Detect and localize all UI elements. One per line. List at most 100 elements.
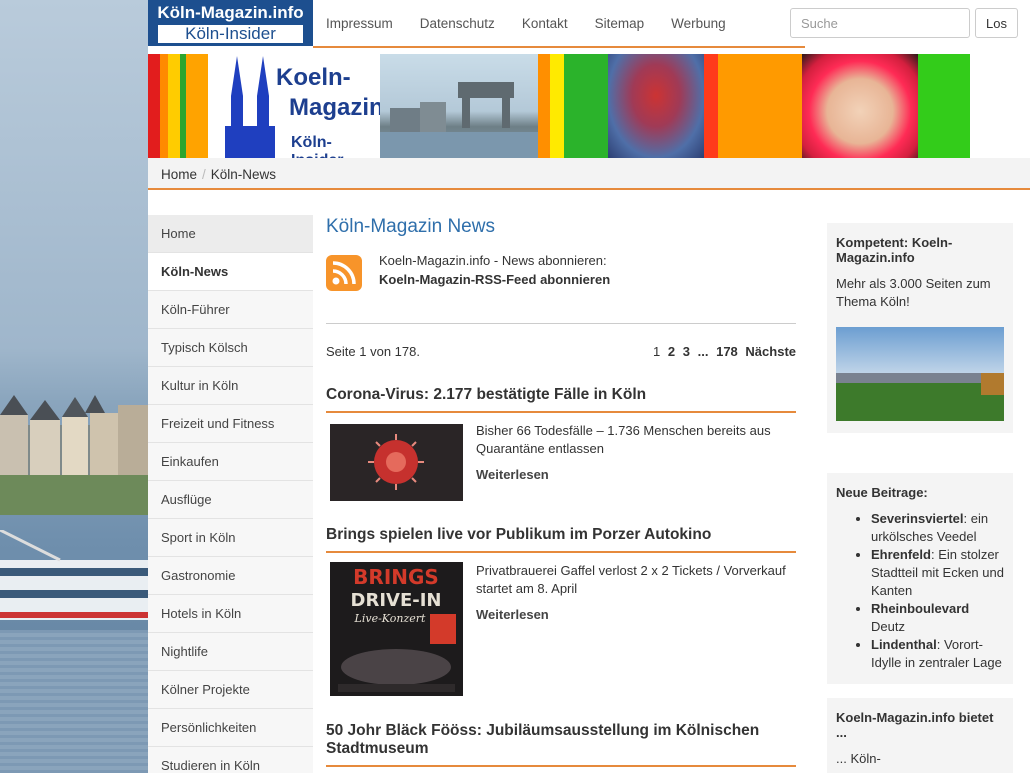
breadcrumb-current: Köln-News bbox=[210, 167, 277, 182]
article: 50 Johr Bläck Fööss: Jubiläumsausstellun… bbox=[326, 722, 796, 767]
info-box-competence: Kompetent: Koeln-Magazin.info Mehr als 3… bbox=[827, 223, 1013, 433]
page: Köln-Magazin.info Köln-Insider Impressum… bbox=[148, 0, 1030, 773]
breadcrumb-separator: / bbox=[202, 167, 206, 182]
virus-thumbnail-image[interactable] bbox=[330, 424, 463, 501]
post-link[interactable]: Severinsviertel bbox=[871, 511, 964, 526]
page-dots: ... bbox=[697, 344, 709, 359]
page-3[interactable]: 3 bbox=[683, 344, 690, 359]
sidebar-item-sport[interactable]: Sport in Köln bbox=[148, 519, 313, 557]
nav-kontakt[interactable]: Kontakt bbox=[522, 16, 568, 31]
color-strip bbox=[148, 54, 208, 158]
main-content: Köln-Magazin News Koeln-Magazin.info - N… bbox=[326, 215, 796, 767]
sidebar-item-studieren[interactable]: Studieren in Köln bbox=[148, 747, 313, 773]
post-text: Deutz bbox=[871, 619, 905, 634]
color-block bbox=[704, 54, 718, 158]
article-text: Privatbrauerei Gaffel verlost 2 x 2 Tick… bbox=[476, 563, 786, 596]
nav-sitemap[interactable]: Sitemap bbox=[595, 16, 645, 31]
info-box-text: Mehr als 3.000 Seiten zum Thema Köln! bbox=[836, 276, 991, 309]
breadcrumb: Home / Köln-News bbox=[161, 167, 276, 182]
sidebar-item-freizeit[interactable]: Freizeit und Fitness bbox=[148, 405, 313, 443]
city-photo-image bbox=[380, 82, 538, 158]
list-item[interactable]: Lindenthal: Vorort-Idylle in zentraler L… bbox=[871, 636, 1004, 672]
poster-line3: Live-Konzert bbox=[354, 612, 426, 625]
list-item[interactable]: Rheinboulevard Deutz bbox=[871, 600, 1004, 636]
list-item[interactable]: Ehrenfeld: Ein stolzer Stadtteil mit Eck… bbox=[871, 546, 1004, 600]
post-link[interactable]: Rheinboulevard bbox=[871, 601, 969, 616]
article-text: Bisher 66 Todesfälle – 1.736 Menschen be… bbox=[476, 423, 771, 456]
concert-poster-image[interactable]: BRINGS DRIVE-IN Live-Konzert bbox=[330, 562, 463, 696]
next-page-link[interactable]: Nächste bbox=[745, 344, 796, 359]
breadcrumb-home[interactable]: Home bbox=[161, 167, 197, 182]
background-scene bbox=[0, 0, 148, 773]
ship-image bbox=[0, 530, 148, 620]
nav-impressum[interactable]: Impressum bbox=[326, 16, 393, 31]
logo-line1: Köln-Magazin.info bbox=[157, 3, 304, 22]
search-button[interactable]: Los bbox=[975, 8, 1018, 38]
sidebar-item-gastronomie[interactable]: Gastronomie bbox=[148, 557, 313, 595]
banner-logo: Koeln- Magazin.info Köln-Insider bbox=[148, 54, 434, 169]
banner-runners-photo bbox=[608, 54, 704, 158]
article-title[interactable]: Brings spielen live vor Publikum im Porz… bbox=[326, 526, 796, 553]
sidebar-item-einkaufen[interactable]: Einkaufen bbox=[148, 443, 313, 481]
sidebar-item-home[interactable]: Home bbox=[148, 215, 313, 253]
sidebar-item-koeln-news[interactable]: Köln-News bbox=[148, 253, 313, 291]
nav-werbung[interactable]: Werbung bbox=[671, 16, 726, 31]
sidebar-item-typisch-koelsch[interactable]: Typisch Kölsch bbox=[148, 329, 313, 367]
page-title: Köln-Magazin News bbox=[326, 216, 495, 237]
banner-city-photo bbox=[380, 54, 538, 158]
pagination: 1 2 3 ... 178 Nächste bbox=[649, 344, 796, 359]
new-posts-title: Neue Beitrage: bbox=[836, 485, 928, 500]
page-last[interactable]: 178 bbox=[716, 344, 738, 359]
list-item[interactable]: Severinsviertel: ein urkölsches Veedel bbox=[871, 510, 1004, 546]
logo-line2: Köln-Insider bbox=[158, 25, 303, 43]
post-link[interactable]: Lindenthal bbox=[871, 637, 937, 652]
rss-intro: Koeln-Magazin.info - News abonnieren: bbox=[379, 253, 607, 268]
offers-text: ... Köln- bbox=[836, 751, 881, 766]
read-more-link[interactable]: Weiterlesen bbox=[476, 466, 794, 484]
article-title[interactable]: Corona-Virus: 2.177 bestätigte Fälle in … bbox=[326, 386, 796, 413]
poster-line2: DRIVE-IN bbox=[351, 590, 442, 611]
new-posts-list: Severinsviertel: ein urkölsches Veedel E… bbox=[836, 510, 1004, 672]
nav-datenschutz[interactable]: Datenschutz bbox=[420, 16, 495, 31]
read-more-link[interactable]: Weiterlesen bbox=[476, 606, 794, 624]
post-link[interactable]: Ehrenfeld bbox=[871, 547, 931, 562]
sidebar-item-koeln-fuehrer[interactable]: Köln-Führer bbox=[148, 291, 313, 329]
header-banner: Koeln- Magazin.info Köln-Insider bbox=[148, 54, 1030, 169]
rhine-photo-image bbox=[836, 327, 1004, 421]
color-block bbox=[550, 54, 564, 158]
color-block bbox=[918, 54, 970, 158]
rss-icon[interactable] bbox=[326, 255, 362, 291]
page-info: Seite 1 von 178. bbox=[326, 344, 420, 359]
poster-line1: BRINGS bbox=[353, 565, 439, 589]
info-box-offers: Koeln-Magazin.info bietet ... ... Köln- bbox=[827, 698, 1013, 773]
color-block bbox=[564, 54, 608, 158]
divider bbox=[326, 323, 796, 324]
top-bar: Köln-Magazin.info Köln-Insider Impressum… bbox=[148, 0, 1030, 52]
sidebar-item-projekte[interactable]: Kölner Projekte bbox=[148, 671, 313, 709]
breadcrumb-bar: Home / Köln-News bbox=[148, 158, 1030, 190]
cathedral-icon bbox=[225, 56, 275, 158]
sidebar-nav: Home Köln-News Köln-Führer Typisch Kölsc… bbox=[148, 215, 313, 773]
sidebar-item-kultur[interactable]: Kultur in Köln bbox=[148, 367, 313, 405]
sidebar-item-nightlife[interactable]: Nightlife bbox=[148, 633, 313, 671]
color-block bbox=[718, 54, 802, 158]
top-nav: Impressum Datenschutz Kontakt Sitemap We… bbox=[326, 16, 753, 31]
rss-text: Koeln-Magazin.info - News abonnieren: Ko… bbox=[379, 251, 610, 289]
site-logo[interactable]: Köln-Magazin.info Köln-Insider bbox=[148, 0, 313, 46]
banner-clown-photo bbox=[802, 54, 918, 158]
river-water bbox=[0, 630, 148, 773]
article-title[interactable]: 50 Johr Bläck Fööss: Jubiläumsausstellun… bbox=[326, 722, 796, 767]
article-summary: Bisher 66 Todesfälle – 1.736 Menschen be… bbox=[476, 422, 794, 484]
info-box-title: Kompetent: Koeln-Magazin.info bbox=[836, 235, 953, 265]
sidebar-item-persoenlichkeiten[interactable]: Persönlichkeiten bbox=[148, 709, 313, 747]
sidebar-item-ausfluege[interactable]: Ausflüge bbox=[148, 481, 313, 519]
nav-underline bbox=[313, 46, 805, 48]
article: Corona-Virus: 2.177 bestätigte Fälle in … bbox=[326, 386, 796, 501]
sidebar-item-hotels[interactable]: Hotels in Köln bbox=[148, 595, 313, 633]
color-block bbox=[538, 54, 550, 158]
search-input[interactable] bbox=[790, 8, 970, 38]
banner-line1: Koeln- bbox=[276, 64, 351, 91]
city-skyline-image bbox=[0, 395, 148, 515]
page-2[interactable]: 2 bbox=[668, 344, 675, 359]
rss-link[interactable]: Koeln-Magazin-RSS-Feed abonnieren bbox=[379, 270, 610, 289]
